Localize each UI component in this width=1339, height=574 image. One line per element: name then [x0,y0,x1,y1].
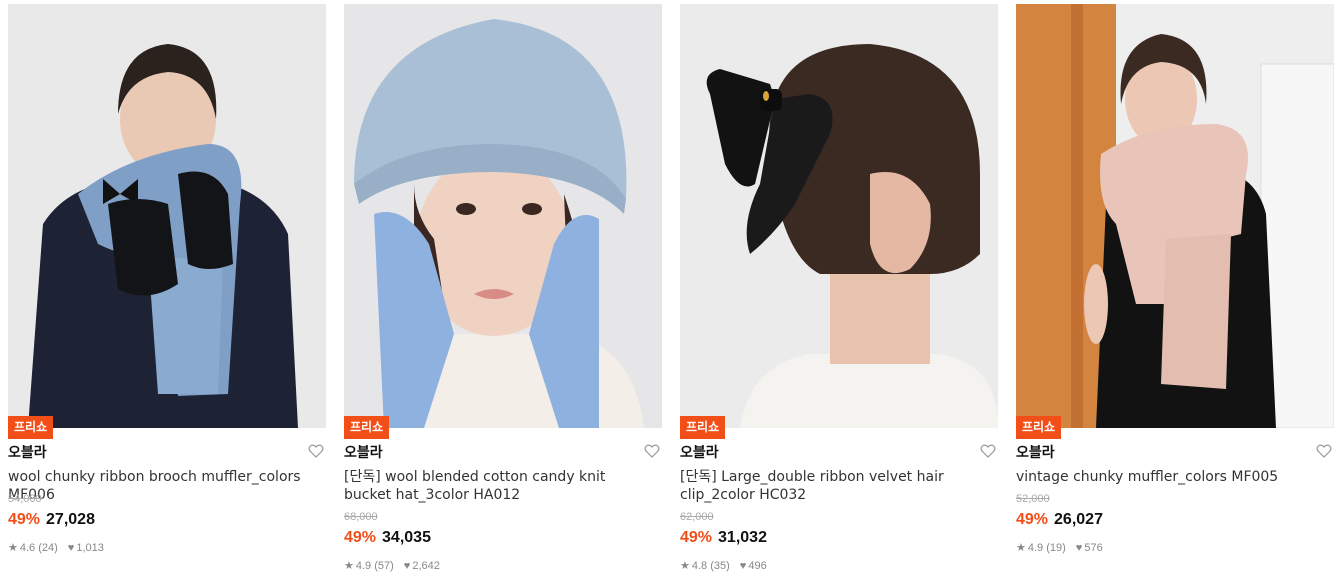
sale-price: 31,032 [718,529,767,546]
product-image[interactable] [1016,4,1334,428]
like-count: 2,642 [412,560,440,572]
discount-rate: 49% [8,511,41,528]
review-count: (24) [38,542,58,554]
rating: 4.9 [1027,542,1044,554]
review-count: (35) [710,560,730,572]
brand-name[interactable]: 오블라 [1016,442,1055,462]
product-name[interactable]: [단독] Large_double ribbon velvet hair cli… [680,468,980,504]
price-line: 49% 26,027 [1016,511,1103,529]
preshow-badge: 프리쇼 [1016,416,1062,439]
star-icon: ★ [680,560,690,572]
product-image[interactable] [680,4,998,428]
rating: 4.8 [691,560,708,572]
product-card[interactable]: 프리쇼 오블라 vintage chunky muffler_colors MF… [1016,4,1334,574]
brand-name[interactable]: 오블라 [344,442,383,462]
price-line: 49% 27,028 [8,511,95,529]
sale-price: 26,027 [1054,511,1103,528]
price-line: 49% 34,035 [344,529,431,547]
preshow-badge: 프리쇼 [680,416,726,439]
heart-icon[interactable] [308,444,324,458]
product-name[interactable]: vintage chunky muffler_colors MF005 [1016,468,1316,486]
price-line: 49% 31,032 [680,529,767,547]
rating: 4.9 [355,560,372,572]
product-card[interactable]: 프리쇼 오블라 [단독] Large_double ribbon velvet … [680,4,998,574]
discount-rate: 49% [1016,511,1049,528]
sale-price: 27,028 [46,511,95,528]
original-price: 54,000 [8,493,42,505]
product-card[interactable]: 프리쇼 오블라 [단독] wool blended cotton candy k… [344,4,662,574]
heart-icon[interactable] [980,444,996,458]
product-name[interactable]: [단독] wool blended cotton candy knit buck… [344,468,644,504]
like-count: 1,013 [76,542,104,554]
heart-small-icon: ♥ [739,560,747,572]
heart-small-icon: ♥ [67,542,75,554]
preshow-badge: 프리쇼 [8,416,54,439]
original-price: 68,000 [344,511,378,523]
product-image[interactable] [8,4,326,428]
sale-price: 34,035 [382,529,431,546]
preshow-badge: 프리쇼 [344,416,390,439]
heart-icon[interactable] [644,444,660,458]
star-icon: ★ [1016,542,1026,554]
product-meta: ★ 4.9 (19) ♥ 576 [1016,541,1103,554]
product-meta: ★ 4.8 (35) ♥ 496 [680,559,767,572]
brand-name[interactable]: 오블라 [8,442,47,462]
like-count: 496 [748,560,767,572]
review-count: (19) [1046,542,1066,554]
star-icon: ★ [8,542,18,554]
star-icon: ★ [344,560,354,572]
heart-icon[interactable] [1316,444,1332,458]
discount-rate: 49% [680,529,713,546]
discount-rate: 49% [344,529,377,546]
heart-small-icon: ♥ [403,560,411,572]
heart-small-icon: ♥ [1075,542,1083,554]
rating: 4.6 [19,542,36,554]
product-image[interactable] [344,4,662,428]
product-name[interactable]: wool chunky ribbon brooch muffler_colors… [8,468,308,504]
like-count: 576 [1084,542,1103,554]
original-price: 62,000 [680,511,714,523]
product-card[interactable]: 프리쇼 오블라 wool chunky ribbon brooch muffle… [8,4,326,574]
brand-name[interactable]: 오블라 [680,442,719,462]
review-count: (57) [374,560,394,572]
product-meta: ★ 4.9 (57) ♥ 2,642 [344,559,440,572]
product-meta: ★ 4.6 (24) ♥ 1,013 [8,541,104,554]
original-price: 52,000 [1016,493,1050,505]
